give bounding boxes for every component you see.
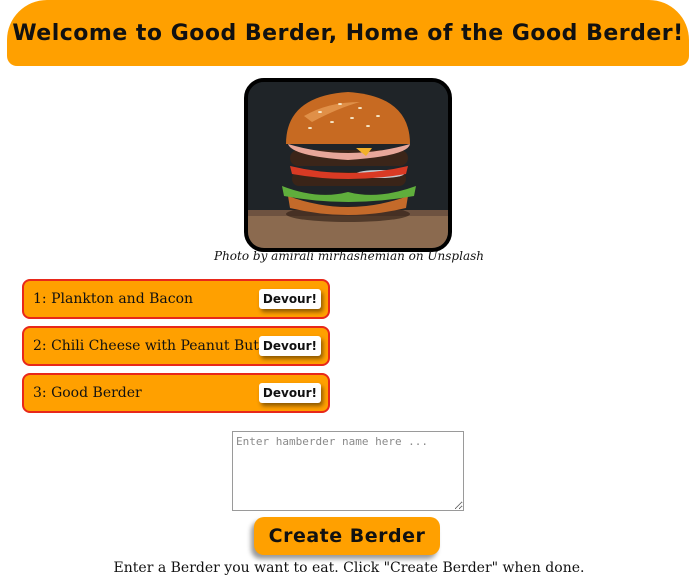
berder-item: 2: Chili Cheese with Peanut Butter Devou… <box>22 326 330 366</box>
devour-button[interactable]: Devour! <box>258 383 321 403</box>
create-berder-button[interactable]: Create Berder <box>254 517 440 555</box>
berder-item: 3: Good Berder Devour! <box>22 373 330 413</box>
devour-button[interactable]: Devour! <box>258 336 321 356</box>
berder-name: 1: Plankton and Bacon <box>33 291 194 307</box>
burger-photo <box>244 78 452 252</box>
instructions-text: Enter a Berder you want to eat. Click "C… <box>113 560 585 576</box>
photo-caption: Photo by amirali mirhashemian on Unsplas… <box>214 249 484 263</box>
berder-name-input[interactable] <box>232 431 464 511</box>
devour-button[interactable]: Devour! <box>258 289 321 309</box>
berder-name: 3: Good Berder <box>33 385 142 401</box>
berder-item: 1: Plankton and Bacon Devour! <box>22 279 330 319</box>
page-header: Welcome to Good Berder, Home of the Good… <box>7 0 689 66</box>
page-title: Welcome to Good Berder, Home of the Good… <box>12 20 684 46</box>
berder-name: 2: Chili Cheese with Peanut Butter <box>33 338 280 354</box>
